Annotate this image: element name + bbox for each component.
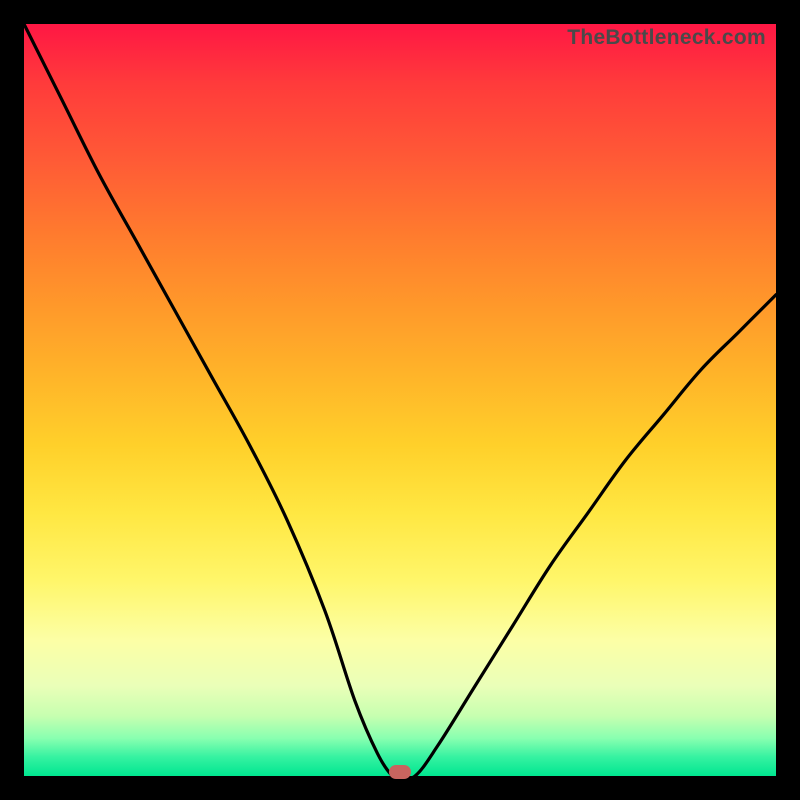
- bottleneck-curve: [24, 24, 776, 776]
- chart-plot-area: TheBottleneck.com: [24, 24, 776, 776]
- chart-frame: TheBottleneck.com: [0, 0, 800, 800]
- bottleneck-minimum-marker: [389, 765, 411, 779]
